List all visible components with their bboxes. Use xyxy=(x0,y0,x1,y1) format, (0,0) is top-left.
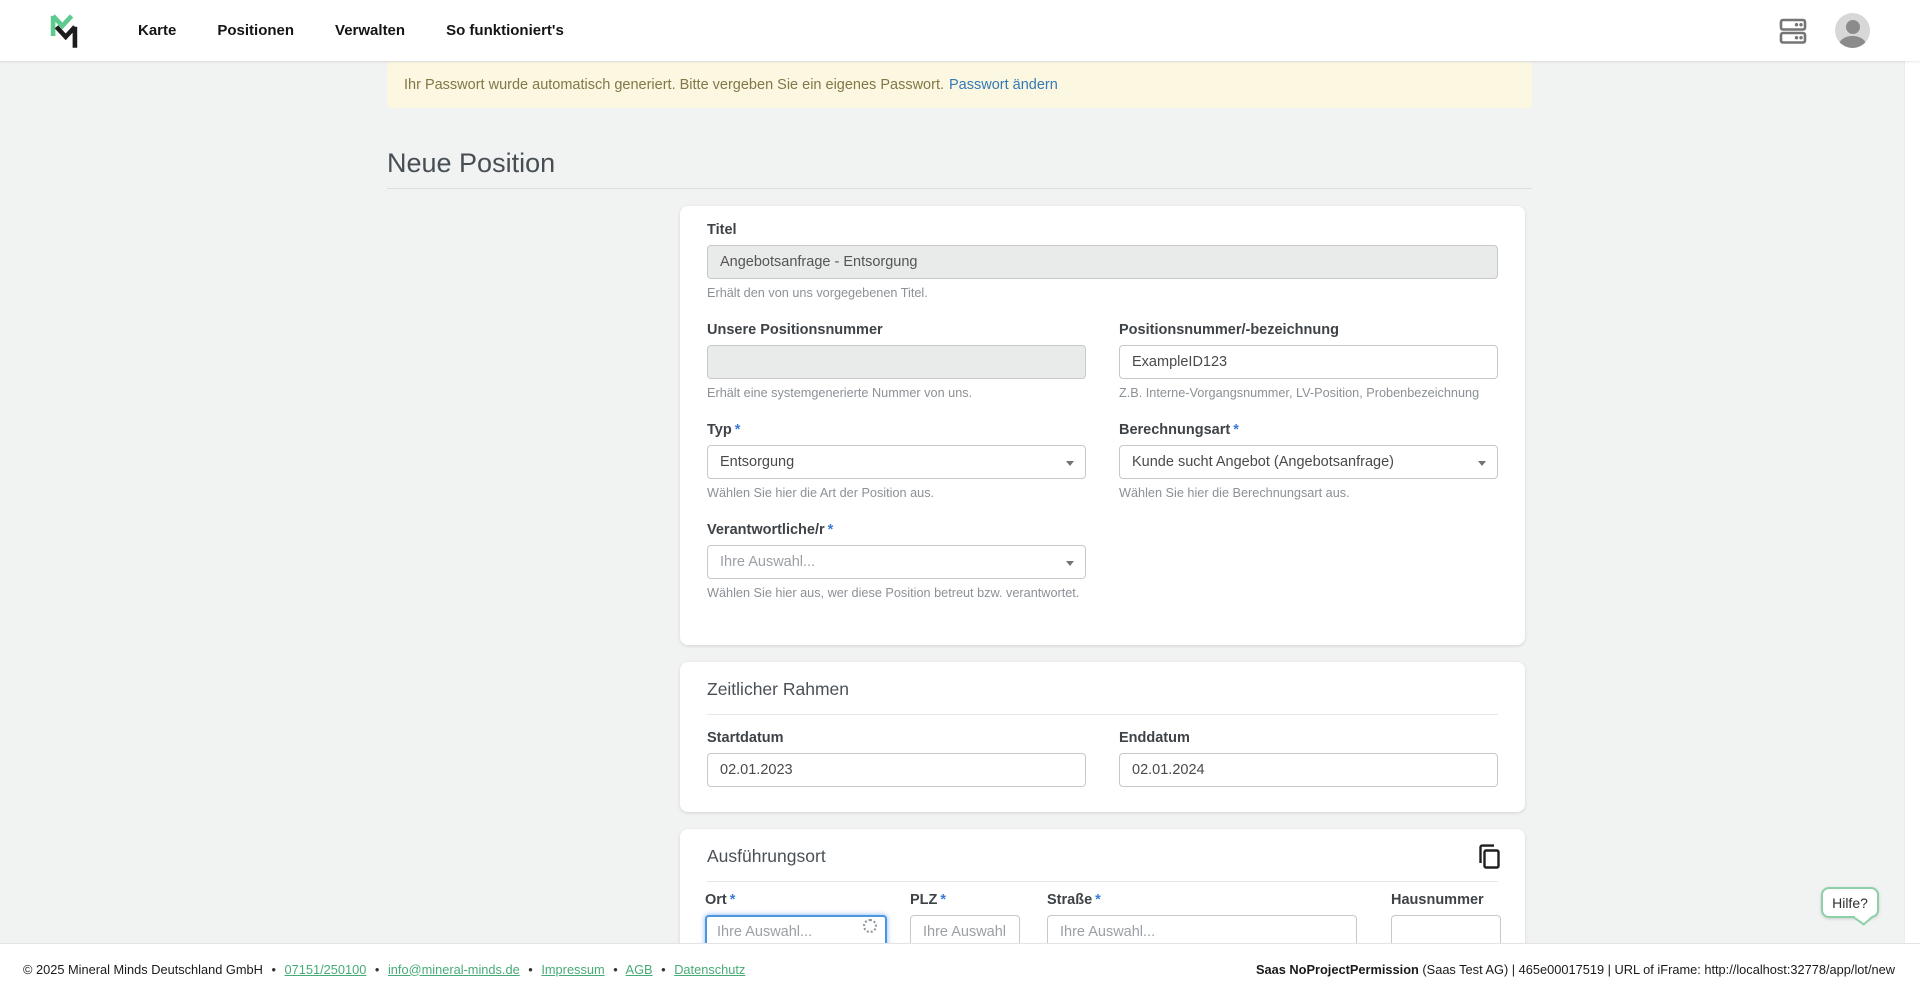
banner-text: Ihr Passwort wurde automatisch generiert… xyxy=(404,77,944,93)
titel-helper: Erhält den von uns vorgegebenen Titel. xyxy=(707,286,1498,300)
plz-field: PLZ* xyxy=(910,892,1020,949)
footer-iframe-info: (Saas Test AG) | 465e00017519 | URL of i… xyxy=(1419,962,1895,977)
verantwortliche-label: Verantwortliche/r* xyxy=(707,522,1086,538)
ort-required-marker: * xyxy=(730,892,736,908)
footer-phone-link[interactable]: 07151/250100 xyxy=(285,962,367,977)
footer-separator: • xyxy=(375,962,379,977)
enddatum-input[interactable] xyxy=(1119,753,1498,787)
change-password-link[interactable]: Passwort ändern xyxy=(949,77,1058,93)
footer-left: © 2025 Mineral Minds Deutschland GmbH • … xyxy=(23,962,745,977)
footer-permission-label: Saas NoProjectPermission xyxy=(1256,962,1419,977)
chevron-down-icon xyxy=(1478,461,1486,466)
footer-separator: • xyxy=(613,962,617,977)
unsere-positionsnummer-label: Unsere Positionsnummer xyxy=(707,322,1086,338)
startdatum-label: Startdatum xyxy=(707,730,1086,746)
typ-helper: Wählen Sie hier die Art der Position aus… xyxy=(707,486,1086,500)
card-divider xyxy=(707,881,1498,882)
page-title: Neue Position xyxy=(387,148,555,179)
typ-label-text: Typ xyxy=(707,422,732,438)
verantwortliche-select-placeholder: Ihre Auswahl... xyxy=(720,554,815,570)
verantwortliche-select[interactable]: Ihre Auswahl... xyxy=(707,545,1086,579)
positionsnummer-input[interactable] xyxy=(1119,345,1498,379)
server-icon[interactable] xyxy=(1777,15,1809,47)
berechnungsart-select-value: Kunde sucht Angebot (Angebotsanfrage) xyxy=(1132,454,1394,470)
footer-separator: • xyxy=(528,962,532,977)
verantwortliche-label-text: Verantwortliche/r xyxy=(707,522,825,538)
strasse-label-text: Straße xyxy=(1047,892,1092,908)
berechnungsart-label-text: Berechnungsart xyxy=(1119,422,1230,438)
ort-label-text: Ort xyxy=(705,892,727,908)
plz-label: PLZ* xyxy=(910,892,1020,908)
user-avatar[interactable] xyxy=(1835,13,1870,48)
enddatum-label: Enddatum xyxy=(1119,730,1498,746)
top-navbar: Karte Positionen Verwalten So funktionie… xyxy=(0,0,1920,61)
footer-agb-link[interactable]: AGB xyxy=(626,962,653,977)
strasse-label: Straße* xyxy=(1047,892,1357,908)
nav-links: Karte Positionen Verwalten So funktionie… xyxy=(138,0,564,61)
scrollbar-track[interactable] xyxy=(1904,61,1920,994)
ausfuehrungsort-heading: Ausführungsort xyxy=(707,846,1498,867)
typ-required-marker: * xyxy=(735,422,741,438)
footer-separator: • xyxy=(271,962,275,977)
zeitlicher-rahmen-card: Zeitlicher Rahmen Startdatum Enddatum xyxy=(680,662,1525,812)
password-warning-banner: Ihr Passwort wurde automatisch generiert… xyxy=(387,62,1532,108)
avatar-shoulders xyxy=(1839,36,1866,48)
nav-item-positionen[interactable]: Positionen xyxy=(217,22,294,39)
copy-icon[interactable] xyxy=(1476,843,1503,871)
footer: © 2025 Mineral Minds Deutschland GmbH • … xyxy=(0,943,1920,994)
titel-input xyxy=(707,245,1498,279)
typ-select-value: Entsorgung xyxy=(720,454,794,470)
strasse-field: Straße* xyxy=(1047,892,1357,949)
berechnungsart-label: Berechnungsart* xyxy=(1119,422,1498,438)
footer-email-link[interactable]: info@mineral-minds.de xyxy=(388,962,520,977)
unsere-positionsnummer-input xyxy=(707,345,1086,379)
berechnungsart-helper: Wählen Sie hier die Berechnungsart aus. xyxy=(1119,486,1498,500)
nav-item-karte[interactable]: Karte xyxy=(138,22,176,39)
nav-right xyxy=(1777,0,1870,61)
titel-label: Titel xyxy=(707,222,1498,238)
plz-label-text: PLZ xyxy=(910,892,937,908)
avatar-head xyxy=(1846,20,1860,34)
title-divider xyxy=(387,188,1532,189)
berechnungsart-select[interactable]: Kunde sucht Angebot (Angebotsanfrage) xyxy=(1119,445,1498,479)
plz-required-marker: * xyxy=(940,892,946,908)
footer-impressum-link[interactable]: Impressum xyxy=(541,962,604,977)
footer-status: Saas NoProjectPermission (Saas Test AG) … xyxy=(1256,962,1895,977)
chevron-down-icon xyxy=(1066,561,1074,566)
hausnummer-field: Hausnummer xyxy=(1391,892,1501,949)
unsere-positionsnummer-helper: Erhält eine systemgenerierte Nummer von … xyxy=(707,386,1086,400)
hausnummer-label: Hausnummer xyxy=(1391,892,1501,908)
ort-field: Ort* xyxy=(705,892,887,949)
verantwortliche-required-marker: * xyxy=(828,522,834,538)
berechnungsart-required-marker: * xyxy=(1233,422,1239,438)
loading-spinner-icon xyxy=(863,919,877,933)
chevron-down-icon xyxy=(1066,461,1074,466)
strasse-required-marker: * xyxy=(1095,892,1101,908)
help-button-label: Hilfe? xyxy=(1832,895,1868,911)
help-button[interactable]: Hilfe? xyxy=(1821,887,1879,918)
positionsnummer-helper: Z.B. Interne-Vorgangsnummer, LV-Position… xyxy=(1119,386,1498,400)
positionsnummer-label: Positionsnummer/-bezeichnung xyxy=(1119,322,1498,338)
card-divider xyxy=(707,714,1498,715)
verantwortliche-helper: Wählen Sie hier aus, wer diese Position … xyxy=(707,586,1086,600)
nav-item-verwalten[interactable]: Verwalten xyxy=(335,22,405,39)
typ-label: Typ* xyxy=(707,422,1086,438)
footer-datenschutz-link[interactable]: Datenschutz xyxy=(674,962,745,977)
footer-separator: • xyxy=(661,962,665,977)
footer-copyright: © 2025 Mineral Minds Deutschland GmbH xyxy=(23,962,263,977)
position-data-card: Titel Erhält den von uns vorgegebenen Ti… xyxy=(680,206,1525,645)
mineral-minds-logo[interactable] xyxy=(44,10,84,52)
typ-select[interactable]: Entsorgung xyxy=(707,445,1086,479)
zeitlicher-rahmen-heading: Zeitlicher Rahmen xyxy=(707,679,1498,700)
nav-item-so-funktionierts[interactable]: So funktioniert's xyxy=(446,22,564,39)
ort-label: Ort* xyxy=(705,892,887,908)
startdatum-input[interactable] xyxy=(707,753,1086,787)
page: Ihr Passwort wurde automatisch generiert… xyxy=(0,0,1920,994)
